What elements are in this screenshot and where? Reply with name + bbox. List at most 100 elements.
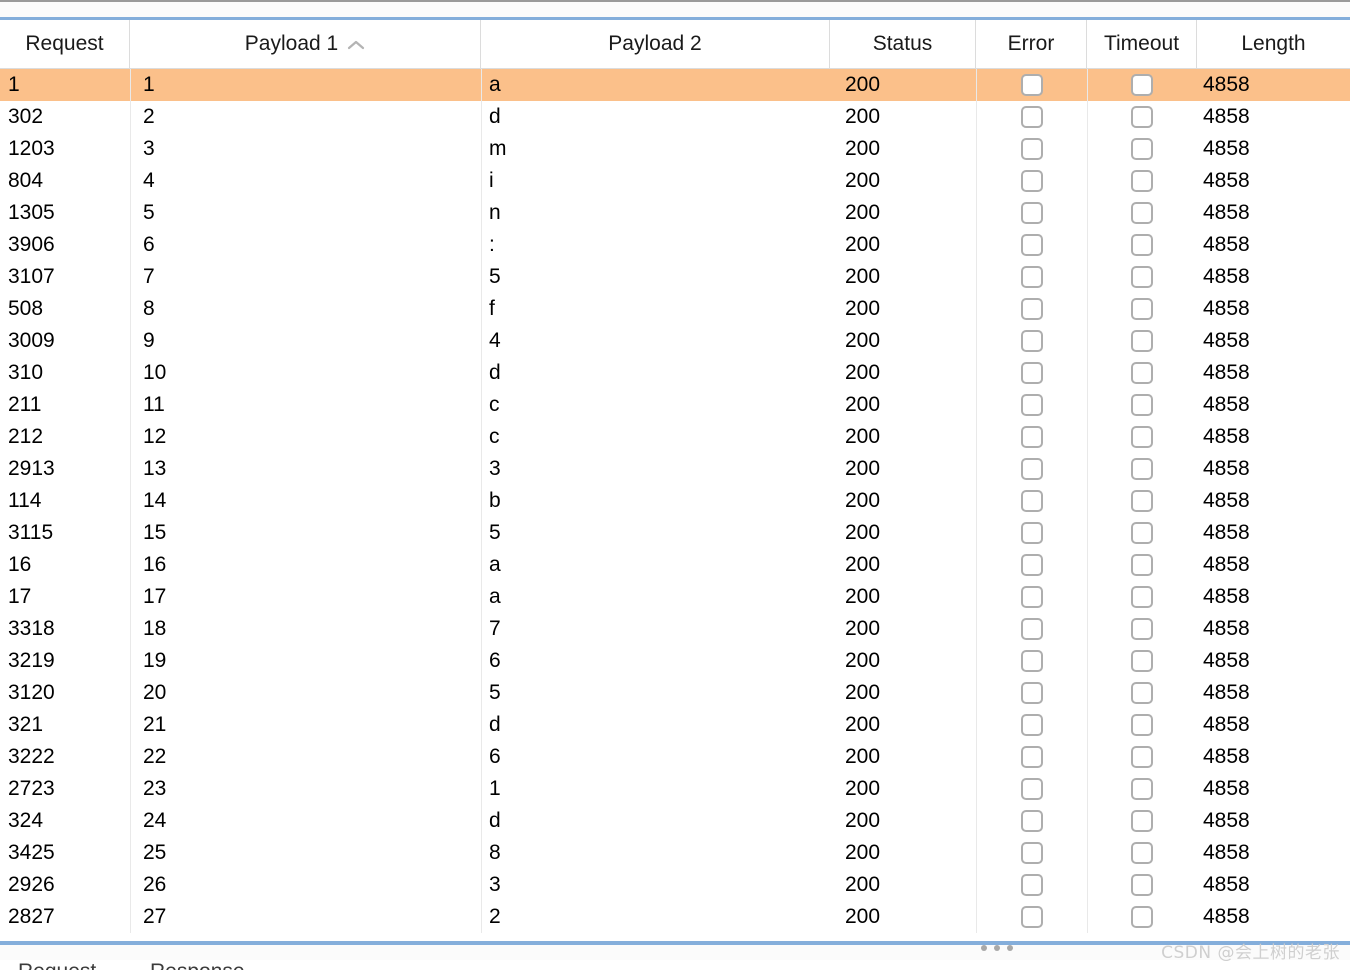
- cell-error[interactable]: [976, 165, 1087, 197]
- table-row[interactable]: 114 14 b 200 4858: [0, 485, 1350, 517]
- timeout-checkbox[interactable]: [1131, 714, 1153, 736]
- timeout-checkbox[interactable]: [1131, 810, 1153, 832]
- cell-timeout[interactable]: [1087, 261, 1197, 293]
- table-row[interactable]: 1203 3 m 200 4858: [0, 133, 1350, 165]
- error-checkbox[interactable]: [1020, 426, 1043, 448]
- timeout-checkbox[interactable]: [1131, 362, 1153, 384]
- timeout-checkbox[interactable]: [1131, 74, 1153, 96]
- cell-error[interactable]: [976, 805, 1087, 837]
- timeout-checkbox[interactable]: [1131, 522, 1153, 544]
- error-checkbox[interactable]: [1020, 682, 1043, 704]
- cell-timeout[interactable]: [1087, 101, 1197, 133]
- table-row[interactable]: 3219 19 6 200 4858: [0, 645, 1350, 677]
- cell-timeout[interactable]: [1087, 869, 1197, 901]
- error-checkbox[interactable]: [1020, 74, 1043, 96]
- timeout-checkbox[interactable]: [1131, 234, 1153, 256]
- cell-error[interactable]: [976, 197, 1087, 229]
- cell-error[interactable]: [976, 773, 1087, 805]
- cell-timeout[interactable]: [1087, 197, 1197, 229]
- error-checkbox[interactable]: [1020, 586, 1043, 608]
- cell-error[interactable]: [976, 549, 1087, 581]
- table-row[interactable]: 804 4 i 200 4858: [0, 165, 1350, 197]
- cell-timeout[interactable]: [1087, 421, 1197, 453]
- cell-error[interactable]: [976, 293, 1087, 325]
- error-checkbox[interactable]: [1020, 394, 1043, 416]
- table-row[interactable]: 310 10 d 200 4858: [0, 357, 1350, 389]
- timeout-checkbox[interactable]: [1131, 202, 1153, 224]
- cell-timeout[interactable]: [1087, 133, 1197, 165]
- cell-error[interactable]: [976, 421, 1087, 453]
- timeout-checkbox[interactable]: [1131, 170, 1153, 192]
- cell-error[interactable]: [976, 613, 1087, 645]
- error-checkbox[interactable]: [1020, 522, 1043, 544]
- timeout-checkbox[interactable]: [1131, 842, 1153, 864]
- timeout-checkbox[interactable]: [1131, 554, 1153, 576]
- cell-timeout[interactable]: [1087, 581, 1197, 613]
- cell-error[interactable]: [976, 485, 1087, 517]
- cell-timeout[interactable]: [1087, 901, 1197, 933]
- error-checkbox[interactable]: [1020, 106, 1043, 128]
- cell-timeout[interactable]: [1087, 677, 1197, 709]
- error-checkbox[interactable]: [1020, 746, 1043, 768]
- table-row[interactable]: 2723 23 1 200 4858: [0, 773, 1350, 805]
- cell-timeout[interactable]: [1087, 229, 1197, 261]
- timeout-checkbox[interactable]: [1131, 586, 1153, 608]
- timeout-checkbox[interactable]: [1131, 778, 1153, 800]
- error-checkbox[interactable]: [1020, 714, 1043, 736]
- timeout-checkbox[interactable]: [1131, 138, 1153, 160]
- error-checkbox[interactable]: [1020, 906, 1043, 928]
- error-checkbox[interactable]: [1020, 458, 1043, 480]
- table-row[interactable]: 3115 15 5 200 4858: [0, 517, 1350, 549]
- cell-error[interactable]: [976, 357, 1087, 389]
- error-checkbox[interactable]: [1020, 618, 1043, 640]
- error-checkbox[interactable]: [1020, 202, 1043, 224]
- error-checkbox[interactable]: [1020, 778, 1043, 800]
- table-row[interactable]: 3425 25 8 200 4858: [0, 837, 1350, 869]
- cell-timeout[interactable]: [1087, 165, 1197, 197]
- cell-error[interactable]: [976, 229, 1087, 261]
- timeout-checkbox[interactable]: [1131, 458, 1153, 480]
- timeout-checkbox[interactable]: [1131, 394, 1153, 416]
- cell-timeout[interactable]: [1087, 837, 1197, 869]
- table-row[interactable]: 1305 5 n 200 4858: [0, 197, 1350, 229]
- timeout-checkbox[interactable]: [1131, 426, 1153, 448]
- cell-timeout[interactable]: [1087, 549, 1197, 581]
- bottom-divider-blue[interactable]: [0, 941, 1350, 945]
- column-header-timeout[interactable]: Timeout: [1087, 20, 1197, 68]
- column-header-error[interactable]: Error: [976, 20, 1087, 68]
- cell-timeout[interactable]: [1087, 805, 1197, 837]
- table-row[interactable]: 321 21 d 200 4858: [0, 709, 1350, 741]
- table-row[interactable]: 508 8 f 200 4858: [0, 293, 1350, 325]
- table-row[interactable]: 17 17 a 200 4858: [0, 581, 1350, 613]
- table-row[interactable]: 16 16 a 200 4858: [0, 549, 1350, 581]
- column-header-status[interactable]: Status: [830, 20, 976, 68]
- error-checkbox[interactable]: [1020, 138, 1043, 160]
- error-checkbox[interactable]: [1020, 650, 1043, 672]
- cell-timeout[interactable]: [1087, 709, 1197, 741]
- cell-error[interactable]: [976, 261, 1087, 293]
- cell-error[interactable]: [976, 837, 1087, 869]
- cell-error[interactable]: [976, 101, 1087, 133]
- timeout-checkbox[interactable]: [1131, 266, 1153, 288]
- timeout-checkbox[interactable]: [1131, 490, 1153, 512]
- cell-timeout[interactable]: [1087, 517, 1197, 549]
- cell-timeout[interactable]: [1087, 773, 1197, 805]
- table-row[interactable]: 3318 18 7 200 4858: [0, 613, 1350, 645]
- table-row[interactable]: 3906 6: 200 4858: [0, 229, 1350, 261]
- timeout-checkbox[interactable]: [1131, 298, 1153, 320]
- more-dots-icon[interactable]: [981, 945, 1013, 951]
- table-row[interactable]: 302 2 d 200 4858: [0, 101, 1350, 133]
- error-checkbox[interactable]: [1020, 362, 1043, 384]
- cell-timeout[interactable]: [1087, 357, 1197, 389]
- timeout-checkbox[interactable]: [1131, 682, 1153, 704]
- column-header-request[interactable]: Request: [0, 20, 130, 68]
- error-checkbox[interactable]: [1020, 266, 1043, 288]
- table-row[interactable]: 3222 22 6 200 4858: [0, 741, 1350, 773]
- error-checkbox[interactable]: [1020, 810, 1043, 832]
- table-row[interactable]: 2913 13 3 200 4858: [0, 453, 1350, 485]
- error-checkbox[interactable]: [1020, 874, 1043, 896]
- table-row[interactable]: 3120 20 5 200 4858: [0, 677, 1350, 709]
- column-header-length[interactable]: Length: [1197, 20, 1350, 68]
- cell-error[interactable]: [976, 677, 1087, 709]
- timeout-checkbox[interactable]: [1131, 330, 1153, 352]
